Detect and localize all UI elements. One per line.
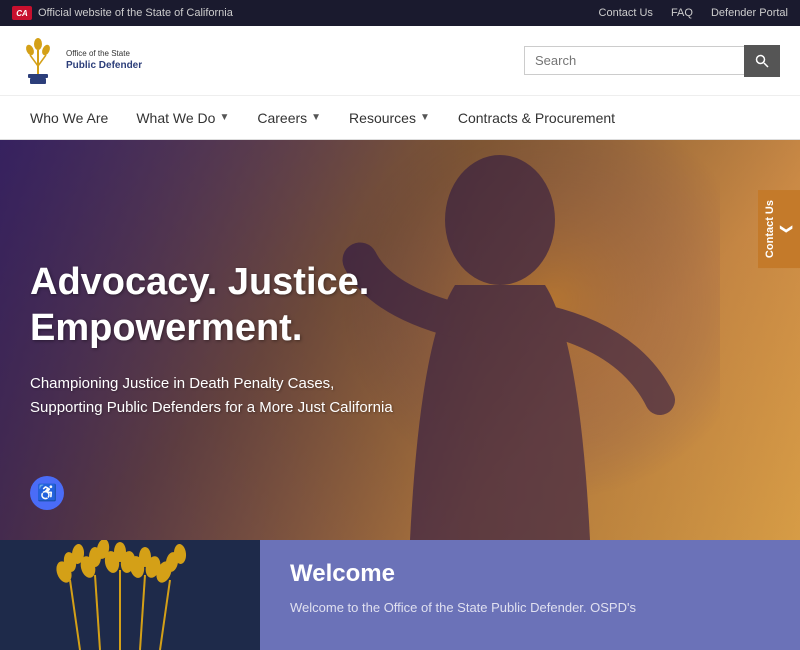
nav-what-we-do[interactable]: What We Do ▼	[122, 96, 243, 140]
official-text: Official website of the State of Califor…	[38, 7, 233, 19]
search-input[interactable]	[524, 46, 744, 75]
logo-icon	[20, 36, 56, 86]
contact-tab-label: Contact Us	[764, 200, 776, 258]
contact-tab-arrow-icon: ❯	[780, 224, 794, 234]
what-we-do-chevron: ▼	[219, 112, 229, 123]
hero-title: Advocacy. Justice. Empowerment.	[30, 260, 770, 351]
welcome-title: Welcome	[290, 560, 770, 588]
bottom-left-panel	[0, 540, 260, 650]
search-button[interactable]	[744, 45, 780, 77]
contact-side-tab[interactable]: Contact Us ❯	[758, 190, 800, 268]
hero-subtitle: Championing Justice in Death Penalty Cas…	[30, 372, 410, 420]
contact-us-topbar-link[interactable]: Contact Us	[599, 7, 653, 19]
logo-area[interactable]: Office of the State Public Defender	[20, 36, 142, 86]
top-bar-right: Contact Us FAQ Defender Portal	[599, 7, 788, 19]
logo-office-line2: Public Defender	[66, 59, 142, 72]
logo-text: Office of the State Public Defender	[66, 49, 142, 72]
careers-chevron: ▼	[311, 112, 321, 123]
wheat-illustration	[40, 540, 220, 650]
accessibility-icon: ♿	[37, 483, 57, 503]
top-bar-left: CA Official website of the State of Cali…	[12, 6, 233, 20]
defender-portal-link[interactable]: Defender Portal	[711, 7, 788, 19]
search-area	[524, 45, 780, 77]
header: Office of the State Public Defender	[0, 26, 800, 96]
search-icon	[755, 54, 769, 68]
nav-careers[interactable]: Careers ▼	[243, 96, 335, 140]
top-bar: CA Official website of the State of Cali…	[0, 0, 800, 26]
logo-svg	[20, 36, 56, 86]
hero-content: Advocacy. Justice. Empowerment. Champion…	[0, 140, 800, 540]
hero-section: Advocacy. Justice. Empowerment. Champion…	[0, 140, 800, 540]
logo-office-line1: Office of the State	[66, 49, 142, 59]
nav-who-we-are[interactable]: Who We Are	[16, 96, 122, 140]
resources-chevron: ▼	[420, 112, 430, 123]
ca-logo: CA	[12, 6, 32, 20]
bottom-right-panel: Welcome Welcome to the Office of the Sta…	[260, 540, 800, 650]
nav-contracts[interactable]: Contracts & Procurement	[444, 96, 629, 140]
faq-link[interactable]: FAQ	[671, 7, 693, 19]
nav: Who We Are What We Do ▼ Careers ▼ Resour…	[0, 96, 800, 140]
bottom-section: Welcome Welcome to the Office of the Sta…	[0, 540, 800, 650]
welcome-text: Welcome to the Office of the State Publi…	[290, 598, 770, 618]
accessibility-button[interactable]: ♿	[30, 476, 64, 510]
nav-resources[interactable]: Resources ▼	[335, 96, 444, 140]
